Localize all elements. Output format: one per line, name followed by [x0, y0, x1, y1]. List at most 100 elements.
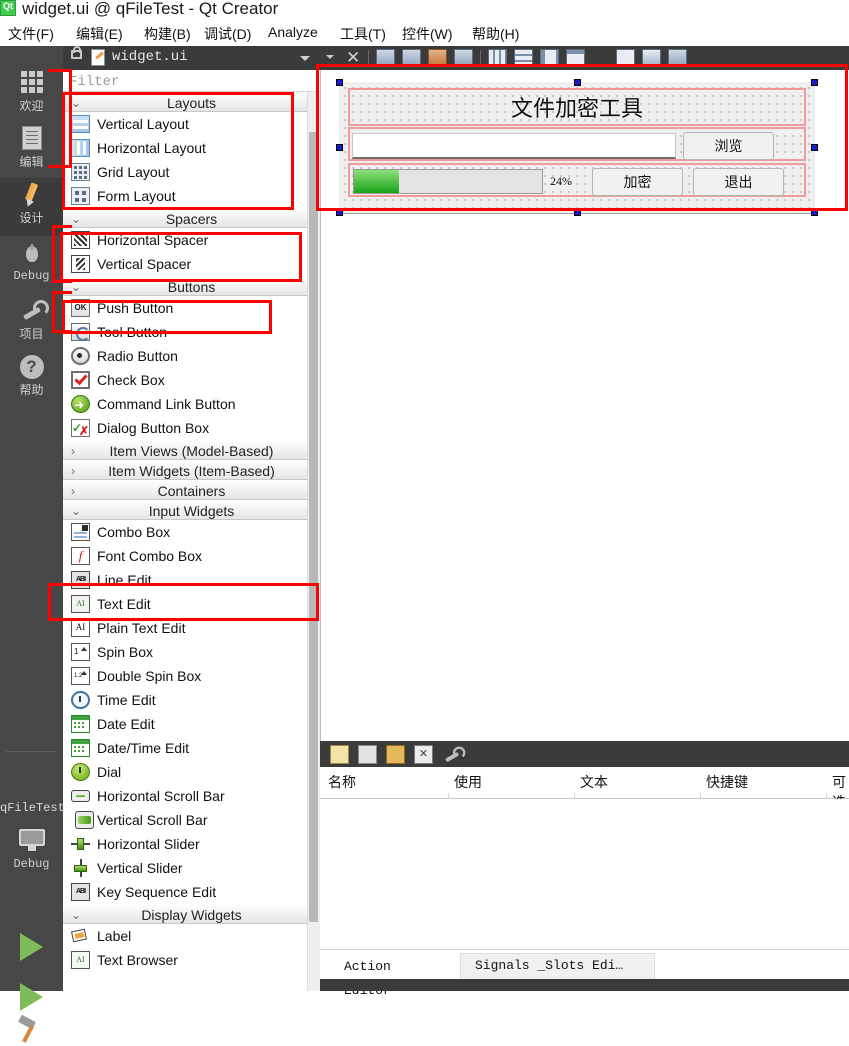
widget-combo-box[interactable]: Combo Box [63, 520, 320, 544]
widget-grid-layout[interactable]: Grid Layout [63, 160, 320, 184]
widget-vertical-spacer[interactable]: Vertical Spacer [63, 252, 320, 276]
widget-key-sequence-edit[interactable]: ABI Key Sequence Edit [63, 880, 320, 904]
edit-buddies-icon[interactable] [428, 49, 447, 67]
widget-form-layout[interactable]: Form Layout [63, 184, 320, 208]
widget-check-box[interactable]: Check Box [63, 368, 320, 392]
chevron-down-icon[interactable] [300, 56, 310, 61]
group-item-widgets[interactable]: › Item Widgets (Item-Based) [63, 460, 320, 480]
configure-icon[interactable] [442, 745, 466, 764]
form-root-widget[interactable]: 文件加密工具 浏览 24% 加密 退出 [336, 79, 818, 216]
tab-action-editor[interactable]: Action Editor [330, 953, 455, 998]
tab-signals-slots-editor[interactable]: Signals _Slots Edi… [460, 953, 655, 979]
widget-filter-box[interactable] [63, 70, 320, 92]
widget-date-edit[interactable]: Date Edit [63, 712, 320, 736]
run-button[interactable] [0, 926, 63, 966]
encrypt-button[interactable]: 加密 [592, 168, 683, 196]
group-layouts[interactable]: ⌄ Layouts [63, 92, 320, 112]
menu-debug[interactable]: 调试(D) [200, 22, 255, 46]
layout-splitter-horizontal-icon[interactable] [540, 49, 559, 67]
menu-edit[interactable]: 编辑(E) [72, 22, 127, 46]
widget-line-edit[interactable]: ABI Line Edit [63, 568, 320, 592]
layout-horizontally-icon[interactable] [488, 49, 507, 67]
run-configuration-selector[interactable]: Debug [0, 826, 63, 878]
column-header-text[interactable]: 文本 [580, 772, 608, 792]
menu-widgets[interactable]: 控件(W) [398, 22, 457, 46]
resize-handle-nw[interactable] [336, 79, 343, 86]
widget-font-combo-box[interactable]: f Font Combo Box [63, 544, 320, 568]
mode-projects[interactable]: 项目 [0, 294, 63, 348]
path-row-layout-outline[interactable]: 浏览 [348, 127, 806, 161]
edit-signals-slots-icon[interactable] [402, 49, 421, 67]
group-display-widgets[interactable]: ⌄ Display Widgets [63, 904, 320, 924]
widget-time-edit[interactable]: Time Edit [63, 688, 320, 712]
build-button[interactable] [0, 1014, 63, 1044]
layout-vertically-icon[interactable] [514, 49, 533, 67]
layout-splitter-vertical-icon[interactable] [566, 49, 585, 67]
adjust-size-icon[interactable] [668, 49, 687, 67]
widget-box-scrollbar[interactable] [307, 92, 320, 991]
widget-plain-text-edit[interactable]: AI Plain Text Edit [63, 616, 320, 640]
resize-handle-sw[interactable] [336, 209, 343, 216]
close-icon[interactable]: ✕ [346, 49, 360, 66]
widget-vertical-layout[interactable]: Vertical Layout [63, 112, 320, 136]
resize-handle-s[interactable] [574, 209, 581, 216]
resize-handle-e[interactable] [811, 144, 818, 151]
column-header-used[interactable]: 使用 [454, 772, 482, 792]
widget-double-spin-box[interactable]: 1.2 Double Spin Box [63, 664, 320, 688]
action-row-layout-outline[interactable]: 24% 加密 退出 [348, 163, 806, 197]
widget-command-link-button[interactable]: Command Link Button [63, 392, 320, 417]
widget-vertical-slider[interactable]: Vertical Slider [63, 856, 320, 880]
widget-horizontal-scroll-bar[interactable]: Horizontal Scroll Bar [63, 784, 320, 808]
widget-dial[interactable]: Dial [63, 760, 320, 784]
widget-push-button[interactable]: OK Push Button [63, 296, 320, 320]
resize-handle-ne[interactable] [811, 79, 818, 86]
edit-tab-order-icon[interactable] [454, 49, 473, 67]
browse-button[interactable]: 浏览 [683, 132, 774, 160]
column-header-name[interactable]: 名称 [328, 772, 356, 792]
debug-button[interactable] [0, 976, 63, 1016]
resize-handle-n[interactable] [574, 79, 581, 86]
widget-spin-box[interactable]: 1 Spin Box [63, 640, 320, 664]
form-canvas[interactable]: 文件加密工具 浏览 24% 加密 退出 [320, 70, 849, 741]
filter-input[interactable] [67, 71, 316, 92]
menu-tools[interactable]: 工具(T) [336, 22, 390, 46]
group-spacers[interactable]: ⌄ Spacers [63, 208, 320, 228]
mode-help[interactable]: ? 帮助 [0, 350, 63, 404]
mode-design[interactable]: 设计 [0, 178, 63, 236]
widget-vertical-scroll-bar[interactable]: Vertical Scroll Bar [63, 808, 320, 832]
action-table-body[interactable] [320, 799, 849, 949]
unlocked-icon[interactable] [71, 46, 82, 59]
resize-handle-se[interactable] [811, 209, 818, 216]
scrollbar-thumb[interactable] [309, 132, 318, 922]
mode-edit[interactable]: 编辑 [0, 122, 63, 176]
widget-tool-button[interactable]: Tool Button [63, 320, 320, 344]
group-containers[interactable]: › Containers [63, 480, 320, 500]
group-item-views[interactable]: › Item Views (Model-Based) [63, 440, 320, 460]
widget-horizontal-slider[interactable]: Horizontal Slider [63, 832, 320, 856]
widget-radio-button[interactable]: Radio Button [63, 344, 320, 368]
widget-text-edit[interactable]: AI Text Edit [63, 592, 320, 616]
mode-debug[interactable]: Debug [0, 238, 63, 292]
widget-horizontal-layout[interactable]: Horizontal Layout [63, 136, 320, 160]
widget-date-time-edit[interactable]: Date/Time Edit [63, 736, 320, 760]
edit-widgets-icon[interactable] [376, 49, 395, 67]
resize-handle-w[interactable] [336, 144, 343, 151]
column-header-shortcut[interactable]: 快捷键 [706, 772, 748, 792]
group-buttons[interactable]: ⌄ Buttons [63, 276, 320, 296]
group-input-widgets[interactable]: ⌄ Input Widgets [63, 500, 320, 520]
chevron-down-icon[interactable] [326, 55, 334, 59]
paste-action-icon[interactable] [386, 745, 405, 764]
widget-dialog-button-box[interactable]: Dialog Button Box [63, 416, 320, 443]
menu-help[interactable]: 帮助(H) [468, 22, 523, 46]
widget-label-widget[interactable]: Label [63, 924, 320, 948]
new-action-icon[interactable] [330, 745, 349, 764]
delete-action-icon[interactable]: ✕ [414, 745, 433, 764]
widget-text-browser[interactable]: AI Text Browser [63, 948, 320, 972]
layout-form-icon[interactable] [592, 49, 611, 67]
break-layout-icon[interactable] [642, 49, 661, 67]
layout-grid-icon[interactable] [616, 49, 635, 67]
menu-analyze[interactable]: Analyze [264, 22, 322, 42]
mode-welcome[interactable]: 欢迎 [0, 66, 63, 120]
file-path-input[interactable] [352, 133, 676, 159]
widget-horizontal-spacer[interactable]: Horizontal Spacer [63, 228, 320, 252]
